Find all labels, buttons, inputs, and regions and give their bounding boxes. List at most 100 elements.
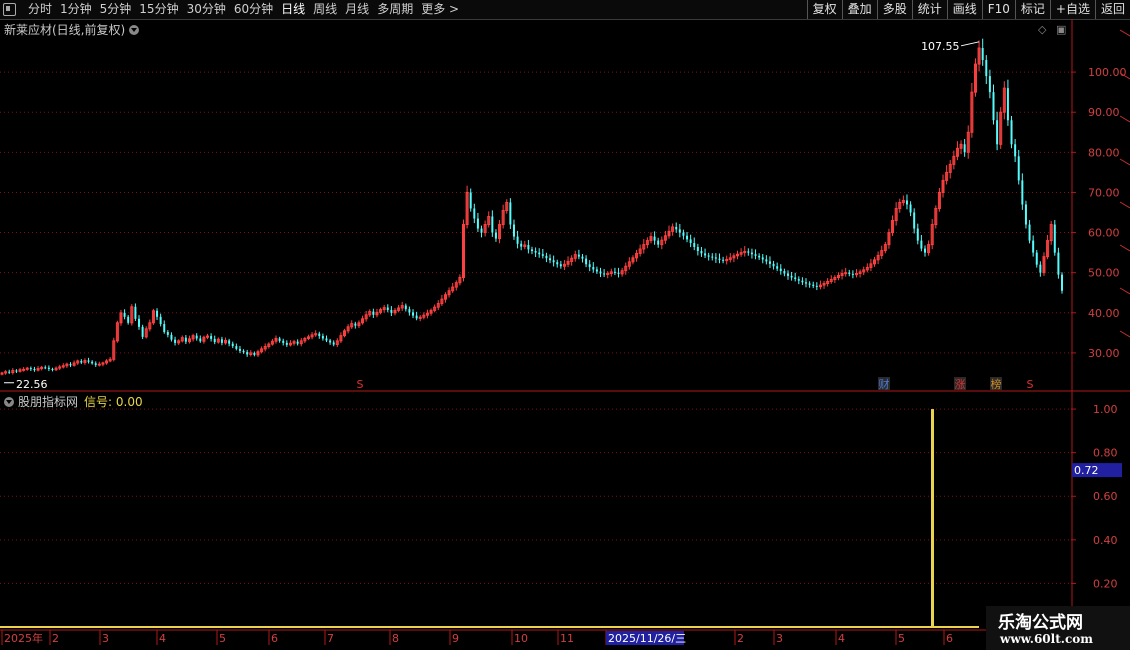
candle-body (981, 48, 984, 61)
candle-body (581, 256, 584, 259)
candle-body (253, 352, 256, 355)
price-tick-label: 80.00 (1088, 146, 1120, 159)
candle-body (1057, 252, 1060, 275)
candle-body (682, 232, 685, 236)
candle-body (996, 120, 999, 145)
candle-body (318, 333, 321, 337)
candle-body (905, 200, 908, 205)
kline-chart[interactable]: 30.00 40.00 50.00 60.00 70.00 80.00 90.00 100.0… (0, 0, 1130, 650)
high-pointer (960, 41, 980, 47)
candle-body (404, 305, 407, 310)
candle-body (494, 232, 497, 239)
candle-body (80, 360, 83, 363)
candle-body (758, 255, 761, 258)
candle-body (585, 258, 588, 265)
candle-body (592, 267, 595, 270)
candle-body (476, 218, 479, 229)
indicator-axis: 0.20 0.40 0.60 0.80 1.00 0.72 (1071, 403, 1122, 590)
candle-body (844, 272, 848, 275)
axis-decoration (1119, 115, 1130, 123)
candle-body (577, 254, 580, 257)
candle-body (1035, 252, 1038, 265)
candle-body (678, 229, 681, 233)
event-marker-0: S (357, 378, 364, 391)
low-label: 22.56 (16, 378, 48, 391)
candle-body (1039, 264, 1042, 273)
candle-body (51, 368, 54, 370)
candle-body (779, 268, 782, 272)
candle-body (47, 367, 50, 369)
candle-body (545, 255, 548, 259)
candle-body (985, 60, 988, 77)
candle-body (156, 310, 159, 317)
event-marker-4: S (1027, 378, 1034, 391)
candle-body (1021, 180, 1024, 205)
x-label-10: 11 (560, 632, 574, 645)
event-marker-2: 涨 (955, 378, 966, 391)
candle-body (473, 208, 476, 219)
candle-body (141, 326, 144, 337)
candle-body (174, 339, 177, 343)
candle-body (595, 269, 598, 272)
candle-body (603, 273, 606, 275)
candle-body (170, 334, 173, 340)
candle-body (69, 364, 72, 366)
candle-body (801, 280, 804, 283)
indicator-tick-label: 0.60 (1093, 490, 1118, 503)
x-label-14: 4 (838, 632, 845, 645)
candle-body (1024, 204, 1027, 225)
candle-body (123, 312, 126, 317)
candle-body (15, 370, 18, 372)
price-tick-label: 60.00 (1088, 227, 1120, 240)
x-label-12: 2 (737, 632, 744, 645)
x-label-13: 3 (776, 632, 783, 645)
candle-body (606, 272, 610, 275)
candle-body (851, 273, 854, 275)
candle-body (166, 332, 169, 335)
candle-body (386, 307, 389, 310)
candle-body (509, 202, 512, 225)
candle-body (1014, 144, 1017, 157)
event-marker-1: 财 (879, 377, 890, 391)
candle-body (480, 228, 483, 233)
candle-body (675, 226, 678, 230)
candle-body (559, 264, 562, 267)
candle-body (707, 255, 710, 257)
signal-spike (931, 409, 934, 627)
candle-body (372, 311, 375, 315)
candle-body (242, 350, 245, 353)
x-label-16: 6 (946, 632, 953, 645)
candle-body (848, 272, 851, 274)
candle-body (812, 284, 815, 286)
candle-body (195, 335, 198, 339)
watermark-url: www.60lt.com (1000, 632, 1093, 646)
candle-body (1061, 274, 1063, 291)
sub-grid (0, 408, 1071, 584)
indicator-tick-label: 1.00 (1093, 403, 1118, 416)
axis-decoration (1119, 158, 1130, 166)
candle-body (617, 272, 620, 274)
candle-body (783, 271, 786, 274)
candle-body (1028, 224, 1031, 241)
candle-body (138, 318, 141, 327)
candle-body (134, 306, 137, 319)
price-tick-label: 50.00 (1088, 267, 1120, 280)
candle-body (220, 339, 223, 343)
candle-body (790, 275, 793, 278)
candle-body (768, 261, 771, 264)
high-label: 107.55 (921, 40, 960, 53)
candle-body (278, 338, 281, 341)
candle-body (321, 336, 324, 339)
candle-body (332, 342, 335, 345)
price-tick-label: 70.00 (1088, 186, 1120, 199)
candle-body (97, 363, 101, 366)
axis-decoration (1119, 244, 1130, 252)
candle-body (87, 360, 90, 362)
candle-body (408, 309, 411, 313)
axis-decoration (1119, 287, 1130, 295)
candle-body (693, 242, 696, 247)
candle-body (700, 251, 703, 254)
candle-body (33, 368, 36, 371)
candle-body (963, 144, 966, 153)
candle-body (231, 343, 234, 347)
